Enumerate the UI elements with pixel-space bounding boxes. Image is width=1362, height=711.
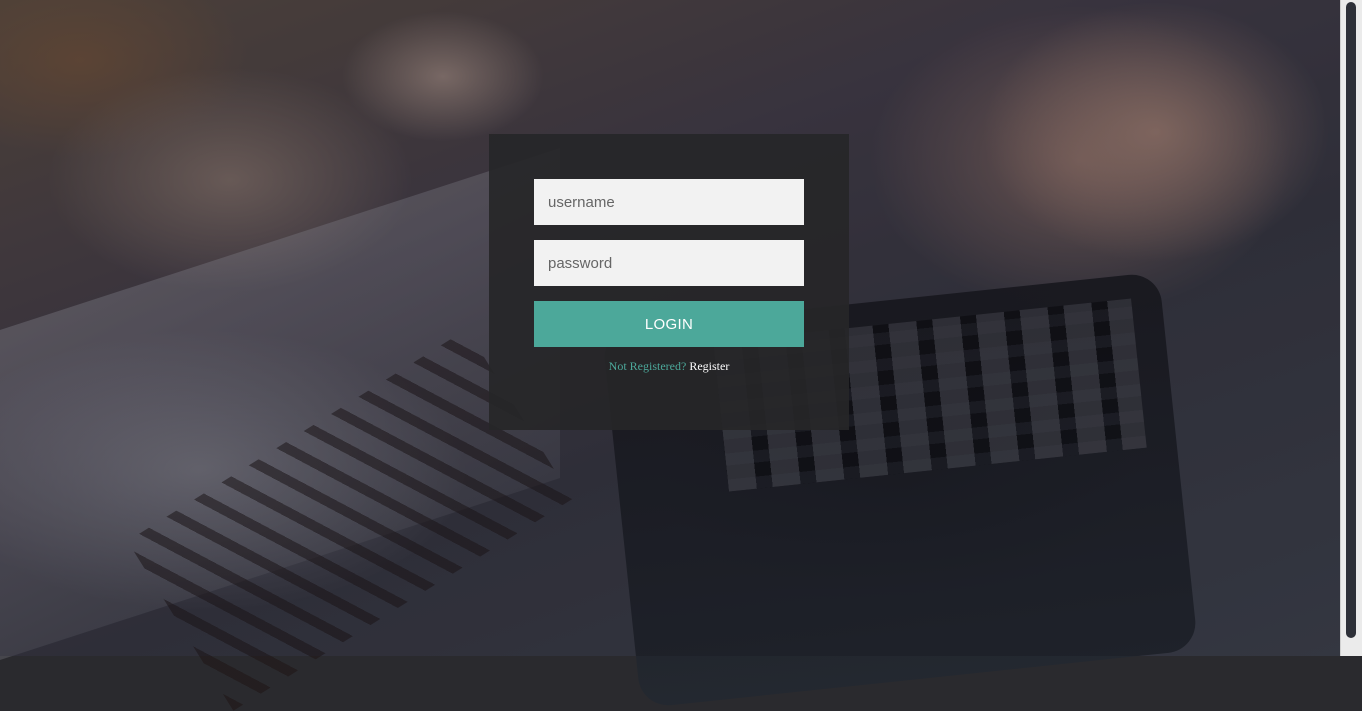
vertical-scrollbar[interactable] [1340,0,1362,656]
not-registered-text: Not Registered? [608,359,687,373]
password-input[interactable] [534,240,804,286]
login-button[interactable]: LOGIN [534,301,804,347]
scrollbar-thumb[interactable] [1346,2,1356,638]
register-link[interactable]: Register [689,359,729,373]
username-input[interactable] [534,179,804,225]
register-message: Not Registered? Register [489,359,849,374]
login-panel: LOGIN Not Registered? Register [489,134,849,430]
